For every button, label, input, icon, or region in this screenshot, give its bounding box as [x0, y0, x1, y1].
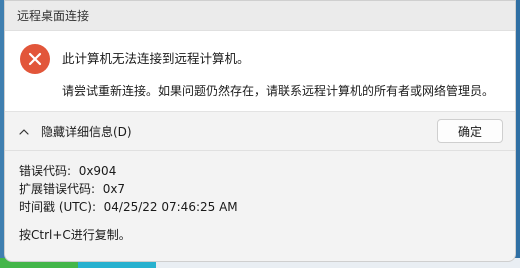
- sub-message: 请尝试重新连接。如果问题仍然存在，请联系远程计算机的所有者或网络管理员。: [62, 84, 495, 98]
- hide-details-label: 隐藏详细信息(D): [41, 125, 132, 139]
- error-code-value: 0x904: [78, 164, 117, 178]
- remote-desktop-error-dialog: 远程桌面连接 此计算机无法连接到远程计算机。 请尝试重新连接。如果问题仍然存在，…: [4, 0, 516, 262]
- hide-details-toggle[interactable]: 隐藏详细信息(D): [17, 123, 132, 140]
- title-bar[interactable]: 远程桌面连接: [5, 1, 515, 31]
- error-code-label: 错误代码:: [19, 164, 72, 178]
- timestamp-row: 时间戳 (UTC): 04/25/22 07:46:25 AM: [19, 198, 515, 216]
- chevron-up-icon: [19, 128, 29, 135]
- timestamp-value: 04/25/22 07:46:25 AM: [103, 200, 238, 214]
- message-area: 此计算机无法连接到远程计算机。 请尝试重新连接。如果问题仍然存在，请联系远程计算…: [5, 31, 515, 111]
- copy-hint: 按Ctrl+C进行复制。: [19, 228, 131, 242]
- extended-error-code-label: 扩展错误代码:: [19, 182, 96, 196]
- extended-error-code-value: 0x7: [102, 182, 126, 196]
- error-code-row: 错误代码: 0x904: [19, 162, 515, 180]
- timestamp-label: 时间戳 (UTC):: [19, 200, 97, 214]
- error-icon: [20, 44, 50, 74]
- action-row: 隐藏详细信息(D) 确定: [5, 112, 515, 150]
- window-title: 远程桌面连接: [17, 9, 90, 23]
- extended-error-code-row: 扩展错误代码: 0x7: [19, 180, 515, 198]
- error-details: 错误代码: 0x904 扩展错误代码: 0x7 时间戳 (UTC): 04/25…: [5, 151, 515, 244]
- ok-button[interactable]: 确定: [437, 119, 503, 143]
- main-message: 此计算机无法连接到远程计算机。: [62, 51, 250, 66]
